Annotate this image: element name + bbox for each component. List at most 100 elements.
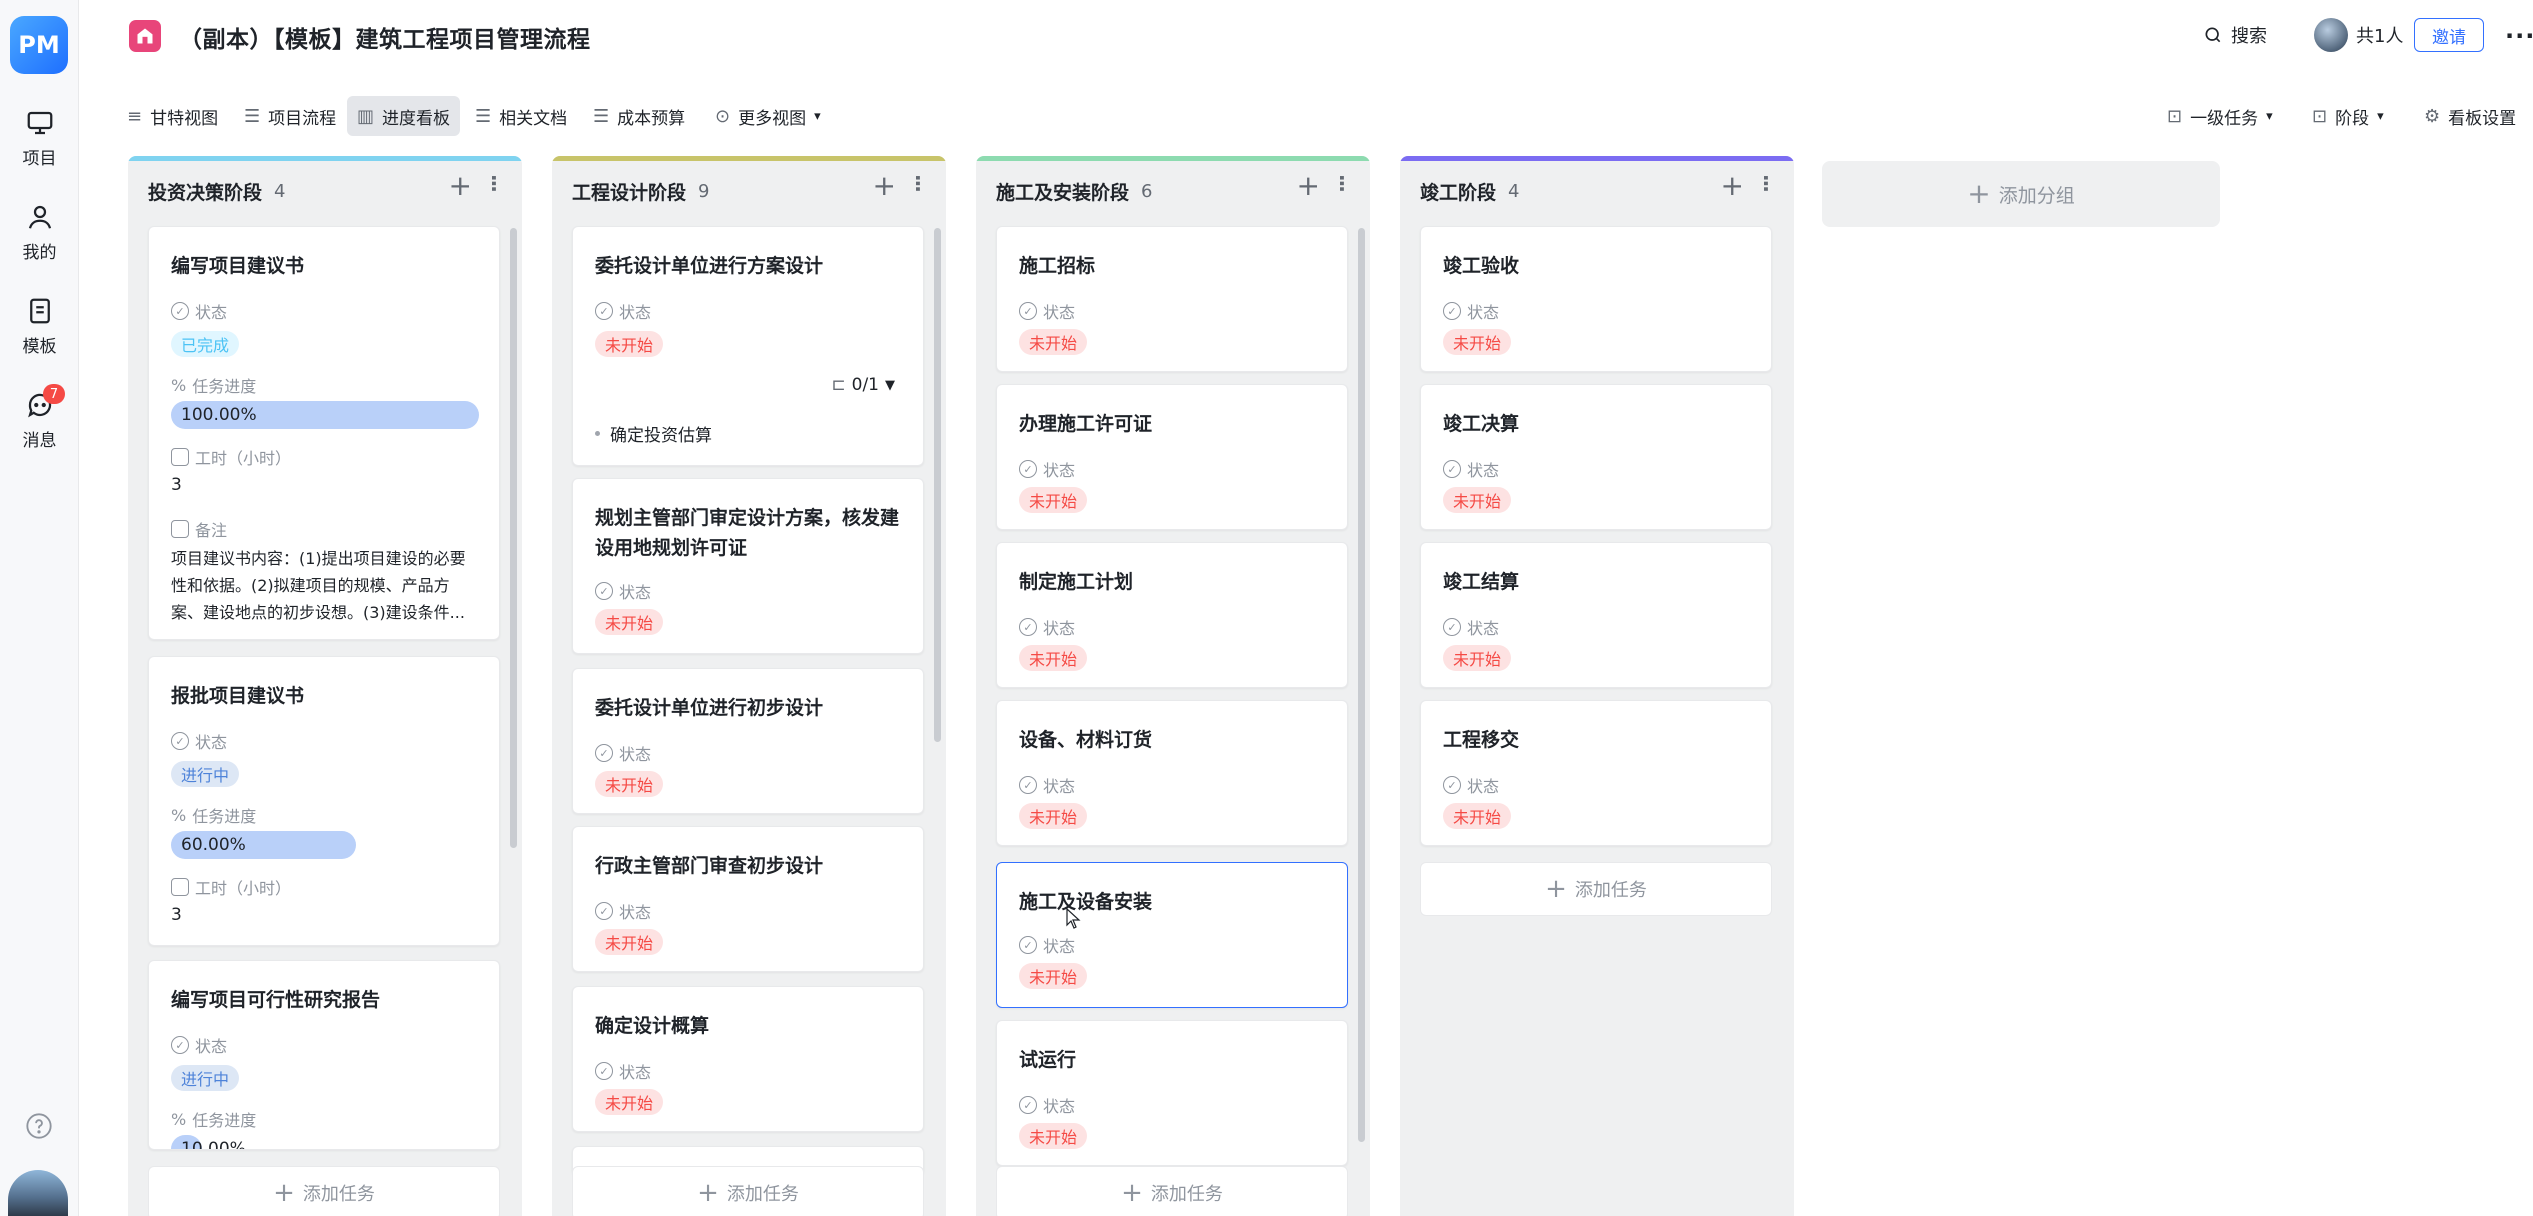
add-card-icon[interactable]: + (1297, 172, 1320, 200)
tab-kanban[interactable]: ▥ 进度看板 (347, 96, 461, 136)
clock-icon (171, 878, 189, 896)
column-scrollbar[interactable] (510, 228, 517, 848)
user-icon (28, 205, 51, 229)
status-badge[interactable]: 未开始 (1019, 1123, 1088, 1149)
subtask-toggle[interactable]: ⊏ 0/1 ▼ (831, 375, 895, 395)
status-badge[interactable]: 进行中 (171, 761, 240, 787)
task-card[interactable]: 设备、材料订货 ✓ 状态 未开始 (996, 700, 1348, 846)
members-button[interactable]: 共1人 (2314, 18, 2403, 52)
add-task-button[interactable]: + 添加任务 (1420, 862, 1772, 916)
status-badge[interactable]: 未开始 (595, 1089, 664, 1115)
percent-icon: % (171, 375, 187, 395)
status-badge[interactable]: 未开始 (1019, 487, 1088, 513)
mouse-cursor-icon (1066, 908, 1081, 929)
app-logo[interactable]: PM (10, 16, 68, 74)
note-icon (171, 520, 189, 538)
check-circle-icon: ✓ (1443, 776, 1461, 794)
members-label: 共1人 (2356, 26, 2404, 47)
column-menu-icon[interactable]: ··· (906, 174, 930, 191)
board-settings[interactable]: ⚙ 看板设置 (2424, 96, 2516, 136)
column-menu-icon[interactable]: ··· (482, 174, 506, 191)
task-card[interactable]: 竣工结算 ✓ 状态 未开始 (1420, 542, 1772, 688)
status-badge[interactable]: 未开始 (1019, 803, 1088, 829)
column-menu-icon[interactable]: ··· (1754, 174, 1778, 191)
task-card[interactable]: 确定设计概算 ✓ 状态 未开始 (572, 986, 924, 1132)
caret-down-icon: ▼ (885, 377, 895, 393)
column-scrollbar[interactable] (934, 228, 941, 742)
user-avatar[interactable] (8, 1170, 68, 1216)
tab-process[interactable]: ☰ 项目流程 (234, 96, 346, 136)
sidebar-item-label: 消息 (22, 431, 57, 451)
task-level-icon: ⊡ (2167, 105, 2183, 127)
list-icon: ☰ (244, 105, 261, 127)
task-card[interactable]: 竣工决算 ✓ 状态 未开始 (1420, 384, 1772, 530)
sidebar-item-messages[interactable]: 消息 7 (0, 384, 79, 460)
status-badge[interactable]: 未开始 (1019, 645, 1088, 671)
add-group-button[interactable]: + 添加分组 (1822, 161, 2220, 227)
tab-gantt[interactable]: ≡ 甘特视图 (117, 96, 228, 136)
task-card[interactable]: 施工及设备安装 ✓ 状态 未开始 (996, 862, 1348, 1008)
stage-filter[interactable]: ⊡ 阶段 ▾ (2312, 96, 2384, 136)
add-card-icon[interactable]: + (449, 172, 472, 200)
task-card[interactable]: 报批项目建议书 ✓ 状态 进行中 % 任务进度 60.00% 工时（小时） 3 (148, 656, 500, 946)
status-field-label: ✓ 状态 (1443, 773, 1499, 797)
chevron-down-icon: ▾ (2377, 108, 2384, 124)
column-color-bar (128, 156, 522, 161)
search-button[interactable]: 搜索 (2203, 22, 2267, 48)
status-badge[interactable]: 未开始 (595, 331, 664, 357)
column-menu-icon[interactable]: ··· (1330, 174, 1354, 191)
more-options-icon[interactable]: ··· (2505, 22, 2533, 50)
task-card[interactable]: 委托设计单位进行方案设计 ✓ 状态 未开始 ⊏ 0/1 ▼ 确定投资估算 (572, 226, 924, 466)
task-card[interactable]: 行政主管部门审查初步设计 ✓ 状态 未开始 (572, 826, 924, 972)
tab-more-views[interactable]: ⊙ 更多视图 ▾ (705, 96, 831, 136)
check-circle-icon: ✓ (1019, 302, 1037, 320)
add-task-button[interactable]: + 添加任务 (148, 1166, 500, 1216)
status-badge[interactable]: 未开始 (1019, 329, 1088, 355)
help-icon[interactable] (25, 1112, 53, 1140)
column-scrollbar[interactable] (1358, 228, 1365, 1142)
add-card-icon[interactable]: + (873, 172, 896, 200)
status-badge[interactable]: 未开始 (1019, 963, 1088, 989)
kanban-icon: ▥ (357, 105, 375, 127)
progress-field-label: % 任务进度 (171, 375, 257, 397)
card-title: 竣工结算 (1443, 571, 1520, 593)
tab-documents[interactable]: ☰ 相关文档 (465, 96, 577, 136)
hours-value: 3 (171, 475, 182, 495)
task-card[interactable]: 规划主管部门审定设计方案，核发建设用地规划许可证 ✓ 状态 未开始 (572, 478, 924, 654)
task-card[interactable]: 制定施工计划 ✓ 状态 未开始 (996, 542, 1348, 688)
check-circle-icon: ✓ (1443, 302, 1461, 320)
status-badge[interactable]: 已完成 (171, 331, 240, 357)
status-badge[interactable]: 未开始 (595, 771, 664, 797)
status-badge[interactable]: 未开始 (595, 609, 664, 635)
sidebar-item-templates[interactable]: 模板 (0, 296, 79, 366)
task-card[interactable]: 编写项目可行性研究报告 ✓ 状态 进行中 % 任务进度 10.00% (148, 960, 500, 1150)
task-level-filter[interactable]: ⊡ 一级任务 ▾ (2167, 96, 2273, 136)
task-card[interactable]: 办理施工许可证 ✓ 状态 未开始 (996, 384, 1348, 530)
task-card[interactable]: 施工招标 ✓ 状态 未开始 (996, 226, 1348, 372)
status-badge[interactable]: 未开始 (1443, 329, 1512, 355)
add-task-button[interactable]: + 添加任务 (572, 1166, 924, 1216)
card-title: 规划主管部门审定设计方案，核发建设用地规划许可证 (595, 507, 900, 559)
add-task-label: 添加任务 (1574, 880, 1647, 901)
task-card[interactable]: 试运行 ✓ 状态 未开始 (996, 1020, 1348, 1166)
add-card-icon[interactable]: + (1721, 172, 1744, 200)
list-icon: ☰ (593, 105, 610, 127)
invite-button[interactable]: 邀请 (2414, 18, 2484, 52)
status-badge[interactable]: 进行中 (171, 1065, 240, 1091)
sidebar-item-mine[interactable]: 我的 (0, 202, 79, 272)
status-badge[interactable]: 未开始 (1443, 803, 1512, 829)
status-badge[interactable]: 未开始 (1443, 645, 1512, 671)
tab-budget[interactable]: ☰ 成本预算 (583, 96, 695, 136)
tab-label: 甘特视图 (150, 108, 219, 129)
task-card[interactable]: 工程移交 ✓ 状态 未开始 (1420, 700, 1772, 846)
task-card[interactable]: 委托设计单位进行初步设计 ✓ 状态 未开始 (572, 668, 924, 814)
status-badge[interactable]: 未开始 (595, 929, 664, 955)
subtask-item[interactable]: 确定投资估算 (595, 421, 712, 446)
subtask-icon: ⊏ (831, 375, 846, 395)
add-task-button[interactable]: + 添加任务 (996, 1166, 1348, 1216)
task-card[interactable]: 竣工验收 ✓ 状态 未开始 (1420, 226, 1772, 372)
status-field-label: ✓ 状态 (1019, 615, 1075, 639)
status-badge[interactable]: 未开始 (1443, 487, 1512, 513)
task-card[interactable]: 编写项目建议书 ✓ 状态 已完成 % 任务进度 100.00% 工时（小时） 3 备… (148, 226, 500, 640)
sidebar-item-projects[interactable]: 项目 (0, 108, 79, 178)
